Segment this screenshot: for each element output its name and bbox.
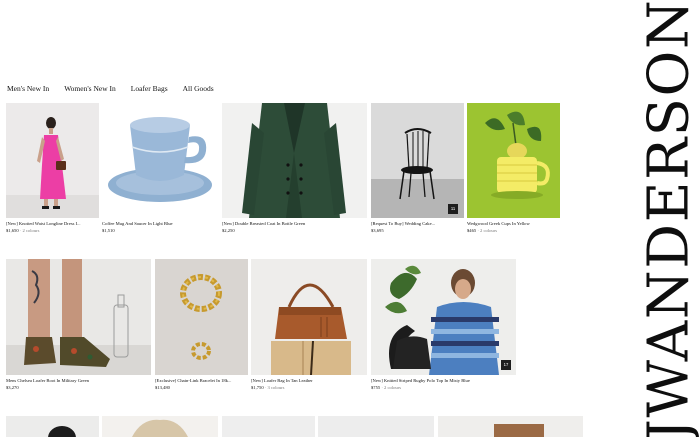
product-image[interactable] (6, 103, 99, 218)
brand-logo-text: JWANDERSON (636, 0, 700, 437)
colour-count: · 2 colours (477, 228, 497, 233)
product-image[interactable] (318, 416, 434, 437)
nav-loafer-bags[interactable]: Loafer Bags (131, 84, 168, 93)
product-card[interactable]: 17 [New] Knitted Striped Rugby Polo Top … (371, 259, 516, 399)
product-card[interactable]: [New] Loafer Bag In Tan Leather $1,750 ·… (251, 259, 367, 399)
brand-logo[interactable]: JWANDERSON (637, 0, 700, 437)
price-value: $1,650 (6, 228, 19, 233)
product-image[interactable] (102, 416, 218, 437)
price-value: $13,480 (155, 385, 170, 390)
product-price: $3,695 (371, 228, 384, 234)
image-count-badge: 11 (448, 204, 458, 214)
product-image[interactable] (467, 103, 560, 218)
product-image[interactable]: 11 (371, 103, 464, 218)
product-image[interactable]: 17 (371, 259, 516, 375)
product-title[interactable]: [New] Knitted Striped Rugby Polo Top In … (371, 378, 516, 384)
price-value: $2,250 (222, 228, 235, 233)
product-image[interactable] (6, 416, 99, 437)
product-price: $13,480 (155, 385, 170, 391)
product-price: $2,250 (222, 228, 235, 234)
nav-mens-new-in[interactable]: Men's New In (7, 84, 49, 93)
product-image[interactable] (155, 259, 248, 375)
product-title[interactable]: [Exclusive] Chain-Link Bracelet In 18k..… (155, 378, 248, 384)
product-price: $465 · 2 colours (467, 228, 497, 234)
product-card[interactable] (222, 416, 315, 437)
product-card[interactable]: [New] Knotted Waist Longline Dress I... … (6, 103, 99, 243)
image-count-badge: 17 (501, 360, 511, 370)
product-image[interactable] (222, 416, 315, 437)
colour-count: · 2 colours (381, 385, 401, 390)
product-card[interactable]: 11 [Request To Buy] Wedding Cake... $3,6… (371, 103, 464, 243)
product-card[interactable] (6, 416, 99, 437)
product-title[interactable]: [New] Double Breasted Coat In Bottle Gre… (222, 221, 367, 227)
colour-count: · 3 colours (264, 385, 285, 390)
product-card[interactable] (318, 416, 434, 437)
colour-count: · 2 colours (19, 228, 40, 233)
product-card[interactable]: Coffee Mug And Saucer In Light Blue $1,5… (102, 103, 218, 243)
product-image[interactable] (438, 416, 583, 437)
product-title[interactable]: [New] Knotted Waist Longline Dress I... (6, 221, 99, 227)
product-price: $755 · 2 colours (371, 385, 401, 391)
price-value: $1,510 (102, 228, 115, 233)
product-image[interactable] (102, 103, 218, 218)
product-image[interactable] (6, 259, 151, 375)
product-card[interactable]: Wedgwood Greek Cups In Yellow $465 · 2 c… (467, 103, 560, 243)
product-card[interactable] (438, 416, 583, 437)
product-card[interactable] (102, 416, 218, 437)
product-title[interactable]: Mens Chelsea Loafer Boot In Military Gre… (6, 378, 151, 384)
product-image[interactable] (222, 103, 367, 218)
product-price: $1,510 (102, 228, 115, 234)
nav-all-goods[interactable]: All Goods (183, 84, 214, 93)
price-value: $3,270 (6, 385, 19, 390)
nav-womens-new-in[interactable]: Women's New In (64, 84, 116, 93)
product-image[interactable] (251, 259, 367, 375)
product-card[interactable]: [Exclusive] Chain-Link Bracelet In 18k..… (155, 259, 248, 399)
product-title[interactable]: [Request To Buy] Wedding Cake... (371, 221, 464, 227)
product-price: $3,270 (6, 385, 19, 391)
price-value: $755 (371, 385, 381, 390)
product-price: $1,650 · 2 colours (6, 228, 39, 234)
price-value: $1,750 (251, 385, 264, 390)
product-price: $1,750 · 3 colours (251, 385, 284, 391)
product-title[interactable]: Coffee Mug And Saucer In Light Blue (102, 221, 218, 227)
product-title[interactable]: [New] Loafer Bag In Tan Leather (251, 378, 367, 384)
product-title[interactable]: Wedgwood Greek Cups In Yellow (467, 221, 560, 227)
price-value: $465 (467, 228, 477, 233)
product-card[interactable]: Mens Chelsea Loafer Boot In Military Gre… (6, 259, 151, 399)
category-nav: Men's New In Women's New In Loafer Bags … (7, 84, 229, 93)
price-value: $3,695 (371, 228, 384, 233)
product-card[interactable]: [New] Double Breasted Coat In Bottle Gre… (222, 103, 367, 243)
